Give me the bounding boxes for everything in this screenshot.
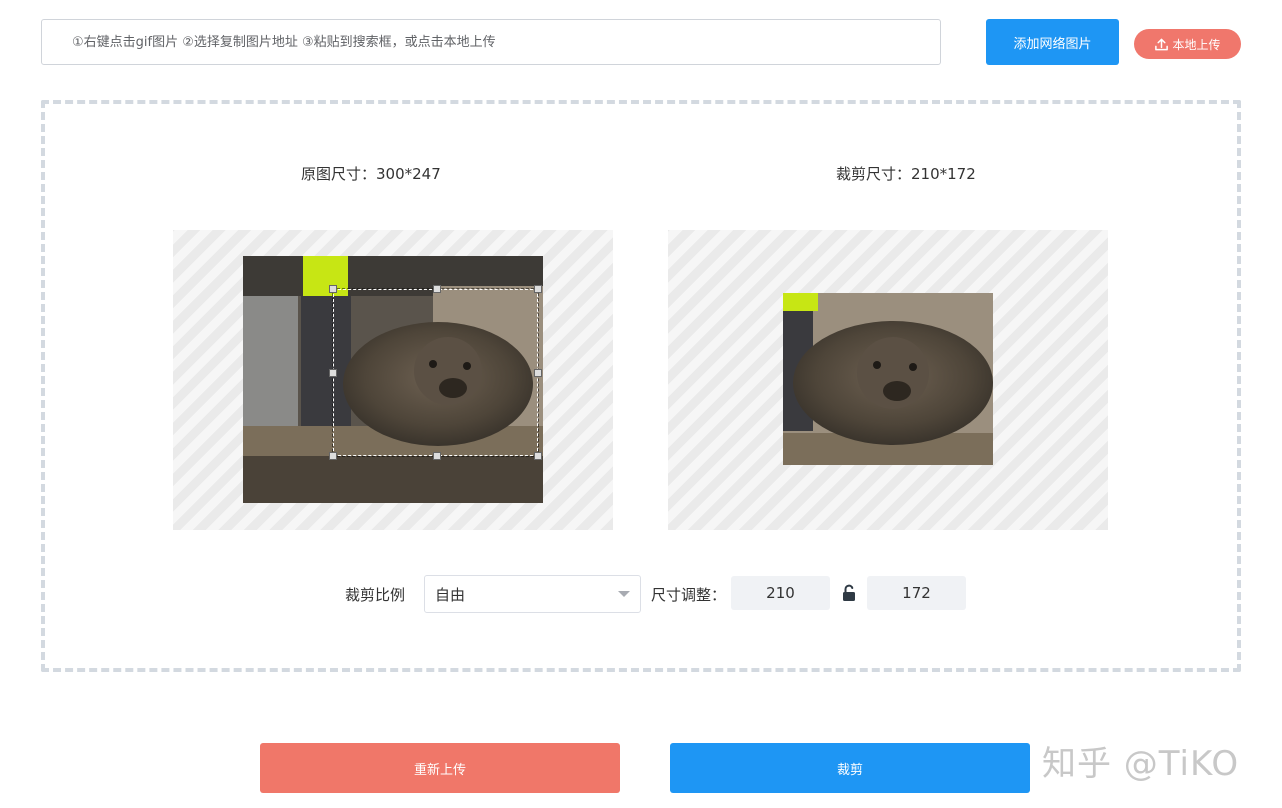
crop-handle-top-left[interactable]: [329, 285, 337, 293]
crop-height-input[interactable]: [867, 576, 966, 610]
crop-handle-bottom-left[interactable]: [329, 452, 337, 460]
crop-handle-top-right[interactable]: [534, 285, 542, 293]
crop-handle-left[interactable]: [329, 369, 337, 377]
crop-size-label: 裁剪尺寸：210*172: [836, 165, 976, 183]
crop-selection-box[interactable]: [329, 285, 542, 460]
cropped-image-preview: [783, 293, 993, 465]
crop-handle-top[interactable]: [433, 285, 441, 293]
crop-handle-right[interactable]: [534, 369, 542, 377]
crop-handle-bottom[interactable]: [433, 452, 441, 460]
unlock-icon[interactable]: [841, 584, 857, 602]
chevron-down-icon: [618, 591, 630, 597]
local-upload-label: 本地上传: [1172, 37, 1221, 52]
crop-ratio-select[interactable]: 自由: [424, 575, 641, 613]
original-size-label: 原图尺寸：300*247: [301, 165, 441, 183]
crop-handle-bottom-right[interactable]: [534, 452, 542, 460]
crop-button[interactable]: 裁剪: [670, 743, 1030, 793]
image-url-input[interactable]: [41, 19, 941, 65]
local-upload-button[interactable]: 本地上传: [1134, 29, 1241, 59]
crop-ratio-selected-value: 自由: [435, 585, 466, 604]
add-network-image-button[interactable]: 添加网络图片: [986, 19, 1119, 65]
watermark-text: 知乎 @TiKO: [1042, 744, 1240, 784]
reupload-button[interactable]: 重新上传: [260, 743, 620, 793]
size-adjust-label: 尺寸调整：: [651, 586, 727, 604]
crop-width-input[interactable]: [731, 576, 830, 610]
crop-ratio-label: 裁剪比例: [345, 586, 406, 604]
upload-icon: [1155, 38, 1169, 50]
